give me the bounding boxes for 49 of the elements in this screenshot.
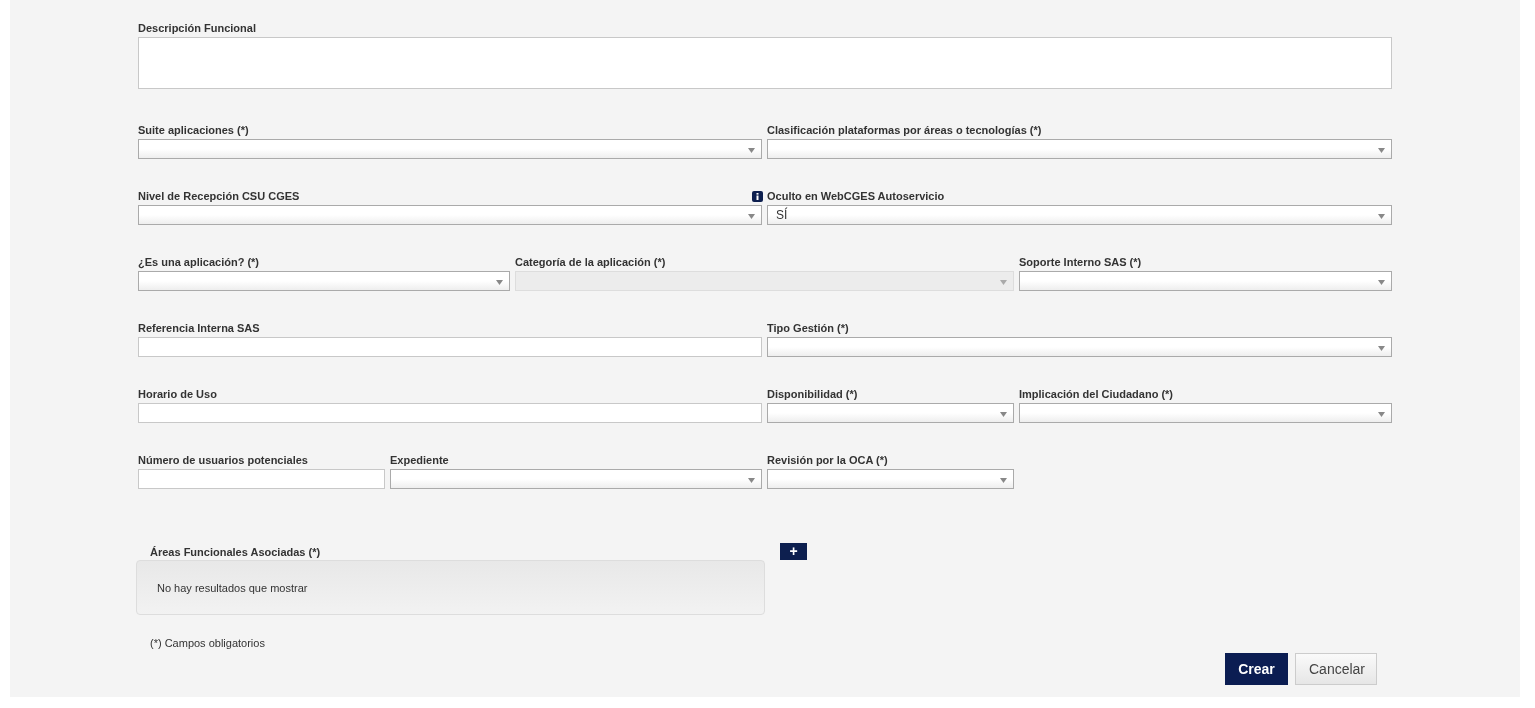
dropdown-field[interactable] [767,403,1014,423]
field-label-text: Categoría de la aplicación (*) [515,256,666,268]
field-label-text: Suite aplicaciones (*) [138,124,249,136]
caret-icon [1378,280,1385,285]
dropdown-field[interactable] [138,205,762,225]
section-label: Áreas Funcionales Asociadas (*) [149,545,322,560]
field-label-text: Nivel de Recepción CSU CGES [138,190,300,202]
caret-icon [1378,346,1385,351]
caret-icon [748,148,755,153]
field-label-text: Oculto en WebCGES Autoservicio [767,190,945,202]
caret-icon [1000,280,1007,285]
dropdown-field[interactable] [767,337,1392,357]
caret-icon [1378,412,1385,417]
dropdown-field[interactable]: SÍ [767,205,1392,225]
field-label-text: Horario de Uso [138,388,217,400]
caret-icon [1378,214,1385,219]
dropdown-field[interactable] [1019,271,1392,291]
description-field[interactable] [138,37,1392,89]
cancel-button[interactable]: Cancelar [1295,653,1377,685]
caret-icon [496,280,503,285]
caret-icon [1000,412,1007,417]
caret-icon [748,214,755,219]
field-label-text: Tipo Gestión (*) [767,322,849,334]
field-label-text: Disponibilidad (*) [767,388,858,400]
field-label-text: Revisión por la OCA (*) [767,454,888,466]
field-label-text: Expediente [390,454,449,466]
caret-icon [1000,478,1007,483]
field-label-text: Número de usuarios potenciales [138,454,308,466]
dropdown-field[interactable] [767,469,1014,489]
add-button[interactable]: + [780,543,807,560]
field-label-text: Implicación del Ciudadano (*) [1019,388,1174,400]
dropdown-field[interactable] [138,271,510,291]
dropdown-field[interactable] [138,139,762,159]
field-label-text: Referencia Interna SAS [138,322,260,334]
create-button[interactable]: Crear [1225,653,1288,685]
input-field[interactable] [138,469,385,489]
empty-results-panel: No hay resultados que mostrar [136,560,765,615]
field-label: Descripción Funcional [138,21,257,36]
dropdown-field[interactable] [1019,403,1392,423]
field-label-text: Soporte Interno SAS (*) [1019,256,1142,268]
input-field[interactable] [138,337,762,357]
field-label-text: ¿Es una aplicación? (*) [138,256,260,268]
caret-icon [1378,148,1385,153]
input-field[interactable] [138,403,762,423]
dropdown-field[interactable] [767,139,1392,159]
field-label-text: Clasificación plataformas por áreas o tecnologías (*) [767,124,1042,136]
caret-icon [748,478,755,483]
dropdown-field[interactable] [390,469,762,489]
required-fields-note: (*) Campos obligatorios [150,637,266,649]
